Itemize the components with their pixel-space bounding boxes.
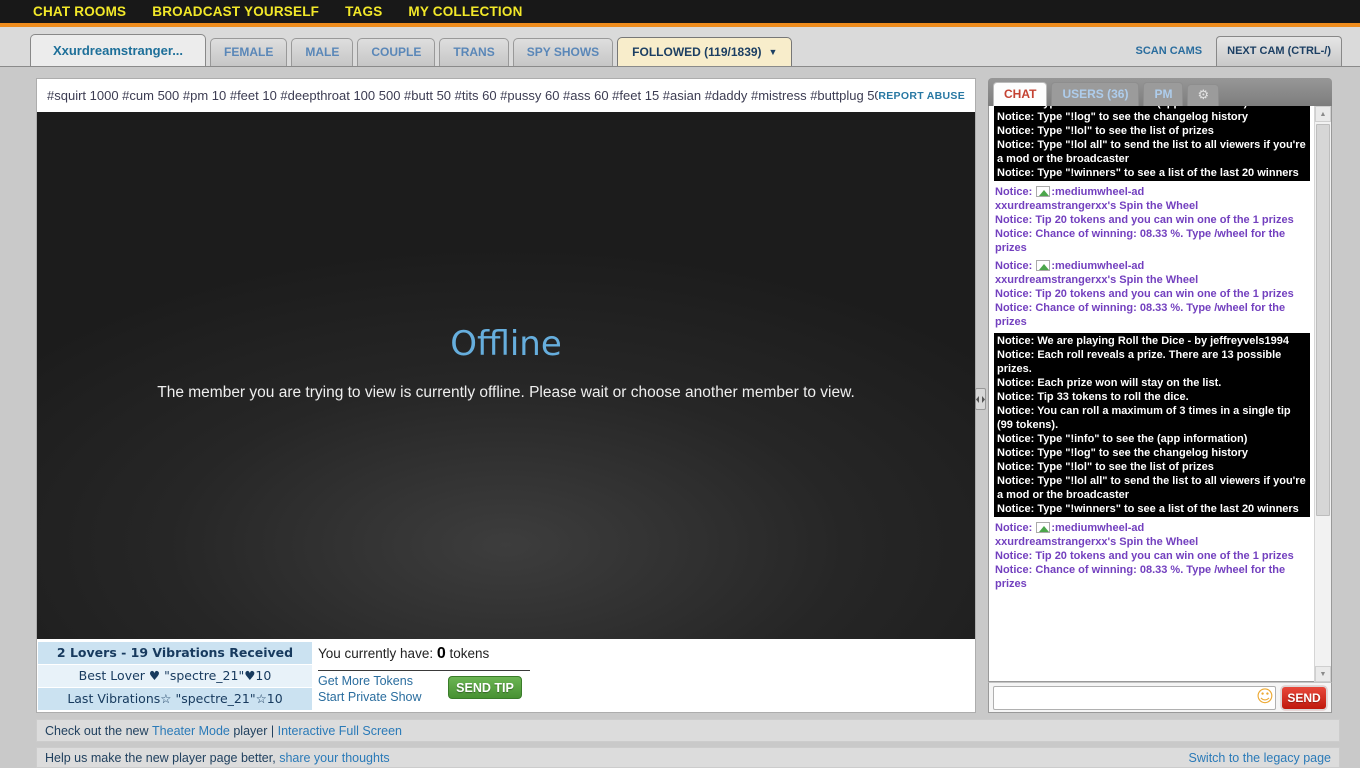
- stats-summary-row: 2 Lovers - 19 Vibrations Received: [38, 642, 312, 664]
- tab-spy-shows[interactable]: SPY SHOWS: [513, 38, 613, 66]
- broken-image-icon: [1036, 186, 1050, 197]
- chat-notice-line: Notice: Each prize won will stay on the …: [997, 376, 1307, 390]
- chat-notice-line: Notice: Type "!lol" to see the list of p…: [997, 124, 1307, 138]
- chat-notice-line: xxurdreamstrangerxx's Spin the Wheel: [995, 273, 1309, 287]
- chat-notice-line: Notice: :mediumwheel-ad: [995, 185, 1309, 199]
- scan-cams-link[interactable]: SCAN CAMS: [1136, 45, 1203, 66]
- chat-notice-line: Notice: Tip 33 tokens to roll the dice.: [997, 390, 1307, 404]
- next-cam-button[interactable]: NEXT CAM (CTRL-/): [1216, 36, 1342, 66]
- scroll-down-arrow[interactable]: ▼: [1315, 666, 1331, 682]
- gear-icon[interactable]: ⚙: [1187, 84, 1219, 106]
- tab-trans[interactable]: TRANS: [439, 38, 508, 66]
- tab-couple[interactable]: COUPLE: [357, 38, 435, 66]
- broken-image-icon: [1036, 260, 1050, 271]
- chat-notice-line: xxurdreamstrangerxx's Spin the Wheel: [995, 199, 1309, 213]
- interactive-fullscreen-link[interactable]: Interactive Full Screen: [278, 724, 402, 738]
- chat-notice-line: xxurdreamstrangerxx's Spin the Wheel: [995, 535, 1309, 549]
- broken-image-icon: [1036, 522, 1050, 533]
- get-more-tokens-link[interactable]: Get More Tokens: [318, 673, 422, 689]
- theater-mode-strip: Check out the new Theater Mode player | …: [36, 719, 1340, 742]
- chat-notice-line: Notice: :mediumwheel-ad: [995, 259, 1309, 273]
- tab-followed-label: FOLLOWED (119/1839): [632, 45, 761, 59]
- offline-message: The member you are trying to view is cur…: [157, 384, 855, 402]
- chat-notice-line: Notice: Type "!log" to see the changelog…: [997, 110, 1307, 124]
- chat-notice-line: Notice: Type "!winners" to see a list of…: [997, 502, 1307, 516]
- start-private-show-link[interactable]: Start Private Show: [318, 689, 422, 705]
- chat-input-wrap: ☺: [993, 686, 1276, 710]
- share-thoughts-link[interactable]: share your thoughts: [279, 751, 390, 765]
- theater-mode-link[interactable]: Theater Mode: [152, 724, 230, 738]
- top-nav: CHAT ROOMS BROADCAST YOURSELF TAGS MY CO…: [0, 0, 1360, 23]
- feedback-prefix: Help us make the new player page better,: [45, 751, 276, 765]
- token-balance: You currently have: 0 tokens: [318, 645, 530, 671]
- nav-my-collection[interactable]: MY COLLECTION: [408, 4, 522, 19]
- feedback-strip: Help us make the new player page better,…: [36, 747, 1340, 768]
- chat-input-row: ☺ SEND: [988, 682, 1332, 713]
- chat-tab-bar: CHAT USERS (36) PM ⚙: [988, 78, 1332, 106]
- chat-notice-line: Notice: Tip 20 tokens and you can win on…: [995, 549, 1309, 563]
- chat-notice-line: Notice: Type "!lol all" to send the list…: [997, 138, 1307, 166]
- chat-wheel-block: Notice: :mediumwheel-adxxurdreamstranger…: [994, 259, 1310, 329]
- theater-prefix: Check out the new: [45, 724, 149, 738]
- nav-tags[interactable]: TAGS: [345, 4, 382, 19]
- token-balance-label: You currently have:: [318, 646, 433, 661]
- tab-users[interactable]: USERS (36): [1051, 82, 1139, 106]
- chat-panel: CHAT USERS (36) PM ⚙ Notice: Type "!info…: [988, 78, 1332, 713]
- chat-notice-line: Notice: Type "!lol" to see the list of p…: [997, 460, 1307, 474]
- chat-notice-line: Notice: Tip 20 tokens and you can win on…: [995, 213, 1309, 227]
- nav-chat-rooms[interactable]: CHAT ROOMS: [33, 4, 126, 19]
- emoji-icon[interactable]: ☺: [1255, 689, 1275, 706]
- chat-notice-line: Notice: Type "!winners" to see a list of…: [997, 166, 1307, 180]
- tab-current-room[interactable]: Xxurdreamstranger...: [30, 34, 206, 66]
- chat-notice-block: Notice: We are playing Roll the Dice - b…: [994, 333, 1310, 517]
- tab-pm[interactable]: PM: [1143, 82, 1183, 106]
- chat-notice-block: Notice: Type "!info" to see the (app inf…: [994, 106, 1310, 181]
- last-vibrations-row: Last Vibrations☆ "spectre_21"☆10: [38, 688, 312, 710]
- best-lover-row: Best Lover ♥ "spectre_21"♥10: [38, 665, 312, 687]
- token-unit: tokens: [450, 646, 490, 661]
- chat-notice-line: Notice: Type "!log" to see the changelog…: [997, 446, 1307, 460]
- tab-chat[interactable]: CHAT: [993, 82, 1047, 106]
- chat-scrollbar[interactable]: ▲ ▼: [1314, 106, 1331, 682]
- chat-notice-line: Notice: Chance of winning: 08.33 %. Type…: [995, 563, 1309, 591]
- scroll-thumb[interactable]: [1316, 124, 1330, 516]
- chat-wheel-block: Notice: :mediumwheel-adxxurdreamstranger…: [994, 185, 1310, 255]
- offline-title: Offline: [450, 324, 562, 364]
- send-tip-button[interactable]: SEND TIP: [448, 676, 522, 699]
- chat-notice-line: Notice: Type "!lol all" to send the list…: [997, 474, 1307, 502]
- nav-broadcast-yourself[interactable]: BROADCAST YOURSELF: [152, 4, 319, 19]
- chat-notice-line: Notice: Chance of winning: 08.33 %. Type…: [995, 301, 1309, 329]
- chat-notice-line: Notice: You can roll a maximum of 3 time…: [997, 404, 1307, 432]
- token-count: 0: [437, 645, 446, 662]
- room-hashtags[interactable]: #squirt 1000 #cum 500 #pm 10 #feet 10 #d…: [47, 88, 878, 103]
- hashtag-row: #squirt 1000 #cum 500 #pm 10 #feet 10 #d…: [37, 79, 975, 112]
- player-panel: #squirt 1000 #cum 500 #pm 10 #feet 10 #d…: [36, 78, 976, 713]
- video-area: Offline The member you are trying to vie…: [37, 112, 975, 640]
- chat-notice-line: Notice: Type "!info" to see the (app inf…: [997, 432, 1307, 446]
- chat-notice-line: Notice: :mediumwheel-ad: [995, 521, 1309, 535]
- chat-input[interactable]: [994, 688, 1255, 708]
- chat-messages: Notice: Type "!info" to see the (app inf…: [988, 106, 1332, 682]
- tab-male[interactable]: MALE: [291, 38, 353, 66]
- vibrations-stats: 2 Lovers - 19 Vibrations Received Best L…: [38, 642, 312, 711]
- chat-wheel-block: Notice: :mediumwheel-adxxurdreamstranger…: [994, 521, 1310, 591]
- report-abuse-link[interactable]: REPORT ABUSE: [878, 90, 965, 102]
- send-button[interactable]: SEND: [1281, 686, 1327, 710]
- theater-suffix: player: [233, 724, 267, 738]
- tab-strip: Xxurdreamstranger... FEMALE MALE COUPLE …: [0, 27, 1360, 67]
- chat-notice-line: Notice: Each roll reveals a prize. There…: [997, 348, 1307, 376]
- tab-followed[interactable]: FOLLOWED (119/1839) ▼: [617, 37, 792, 66]
- resize-arrows-icon: [976, 396, 985, 403]
- panel-resize-handle[interactable]: [975, 388, 986, 410]
- chat-notice-line: Notice: We are playing Roll the Dice - b…: [997, 334, 1307, 348]
- player-footer: 2 Lovers - 19 Vibrations Received Best L…: [37, 639, 975, 712]
- legacy-page-link[interactable]: Switch to the legacy page: [1189, 751, 1331, 765]
- tab-female[interactable]: FEMALE: [210, 38, 287, 66]
- chevron-down-icon: ▼: [769, 47, 778, 57]
- chat-notice-line: Notice: Chance of winning: 08.33 %. Type…: [995, 227, 1309, 255]
- scroll-up-arrow[interactable]: ▲: [1315, 106, 1331, 122]
- chat-notice-line: Notice: Tip 20 tokens and you can win on…: [995, 287, 1309, 301]
